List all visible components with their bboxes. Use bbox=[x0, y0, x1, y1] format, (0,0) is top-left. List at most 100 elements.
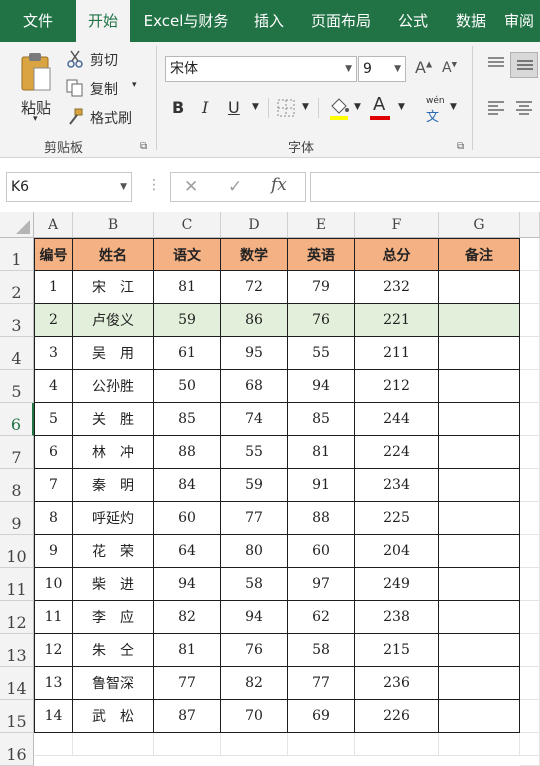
row-header-12[interactable]: 12 bbox=[0, 601, 34, 634]
table-cell[interactable]: 13 bbox=[34, 667, 73, 700]
table-cell[interactable]: 85 bbox=[154, 403, 221, 436]
column-header-d[interactable]: D bbox=[221, 212, 288, 238]
table-cell[interactable] bbox=[439, 700, 520, 733]
table-cell[interactable] bbox=[439, 568, 520, 601]
tab-review[interactable]: 审阅 bbox=[504, 0, 540, 42]
table-cell[interactable]: 215 bbox=[355, 634, 439, 667]
table-cell[interactable]: 79 bbox=[288, 271, 355, 304]
borders-icon[interactable] bbox=[276, 98, 296, 118]
table-cell[interactable] bbox=[439, 436, 520, 469]
table-cell[interactable]: 225 bbox=[355, 502, 439, 535]
empty-cell[interactable] bbox=[520, 568, 540, 601]
table-cell[interactable]: 244 bbox=[355, 403, 439, 436]
dialog-launcher-icon[interactable]: ⧉ bbox=[457, 141, 464, 152]
table-cell[interactable]: 94 bbox=[221, 601, 288, 634]
table-cell[interactable]: 3 bbox=[34, 337, 73, 370]
empty-cell[interactable] bbox=[34, 733, 73, 756]
name-box[interactable]: K6 ▼ bbox=[6, 172, 132, 202]
table-cell[interactable]: 97 bbox=[288, 568, 355, 601]
table-cell[interactable]: 249 bbox=[355, 568, 439, 601]
table-header-cell[interactable]: 姓名 bbox=[73, 238, 154, 271]
table-cell[interactable]: 88 bbox=[154, 436, 221, 469]
chevron-down-icon[interactable]: ▼ bbox=[252, 102, 259, 112]
increase-font-size-button[interactable]: A▲ bbox=[415, 58, 432, 77]
table-cell[interactable]: 95 bbox=[221, 337, 288, 370]
table-cell[interactable] bbox=[439, 667, 520, 700]
table-header-cell[interactable]: 数学 bbox=[221, 238, 288, 271]
empty-cell[interactable] bbox=[520, 667, 540, 700]
align-middle-button[interactable] bbox=[510, 52, 538, 78]
row-header-8[interactable]: 8 bbox=[0, 469, 34, 502]
table-cell[interactable]: 84 bbox=[154, 469, 221, 502]
tab-insert[interactable]: 插入 bbox=[244, 0, 294, 42]
table-cell[interactable]: 211 bbox=[355, 337, 439, 370]
table-cell[interactable]: 77 bbox=[221, 502, 288, 535]
empty-cell[interactable] bbox=[439, 733, 520, 756]
tab-data[interactable]: 数据 bbox=[446, 0, 496, 42]
table-header-cell[interactable]: 编号 bbox=[34, 238, 73, 271]
bold-button[interactable]: B bbox=[172, 98, 184, 117]
column-header-c[interactable]: C bbox=[154, 212, 221, 238]
cancel-icon[interactable]: ✕ bbox=[184, 177, 198, 197]
table-cell[interactable]: 李 应 bbox=[73, 601, 154, 634]
table-cell[interactable]: 59 bbox=[221, 469, 288, 502]
table-cell[interactable]: 公孙胜 bbox=[73, 370, 154, 403]
table-cell[interactable] bbox=[439, 403, 520, 436]
table-cell[interactable]: 59 bbox=[154, 304, 221, 337]
empty-cell[interactable] bbox=[520, 502, 540, 535]
row-header-15[interactable]: 15 bbox=[0, 700, 34, 733]
table-cell[interactable]: 85 bbox=[288, 403, 355, 436]
table-cell[interactable]: 武 松 bbox=[73, 700, 154, 733]
table-cell[interactable]: 94 bbox=[154, 568, 221, 601]
table-cell[interactable] bbox=[439, 469, 520, 502]
table-cell[interactable]: 卢俊义 bbox=[73, 304, 154, 337]
row-header-14[interactable]: 14 bbox=[0, 667, 34, 700]
table-cell[interactable]: 58 bbox=[221, 568, 288, 601]
table-cell[interactable]: 61 bbox=[154, 337, 221, 370]
table-cell[interactable]: 12 bbox=[34, 634, 73, 667]
tab-formulas[interactable]: 公式 bbox=[388, 0, 438, 42]
table-cell[interactable] bbox=[439, 271, 520, 304]
table-cell[interactable]: 226 bbox=[355, 700, 439, 733]
row-header-5[interactable]: 5 bbox=[0, 370, 34, 403]
chevron-down-icon[interactable]: ▼ bbox=[302, 102, 309, 112]
align-top-icon[interactable] bbox=[486, 56, 506, 72]
table-cell[interactable]: 2 bbox=[34, 304, 73, 337]
empty-cell[interactable] bbox=[520, 469, 540, 502]
table-cell[interactable]: 吴 用 bbox=[73, 337, 154, 370]
empty-cell[interactable] bbox=[520, 337, 540, 370]
row-header-13[interactable]: 13 bbox=[0, 634, 34, 667]
table-cell[interactable]: 212 bbox=[355, 370, 439, 403]
table-cell[interactable]: 224 bbox=[355, 436, 439, 469]
row-header-11[interactable]: 11 bbox=[0, 568, 34, 601]
column-header-a[interactable]: A bbox=[34, 212, 73, 238]
empty-cell[interactable] bbox=[355, 733, 439, 756]
table-cell[interactable] bbox=[439, 370, 520, 403]
column-header-e[interactable]: E bbox=[288, 212, 355, 238]
empty-cell[interactable] bbox=[221, 733, 288, 756]
table-cell[interactable]: 柴 进 bbox=[73, 568, 154, 601]
empty-cell[interactable] bbox=[520, 238, 540, 271]
table-cell[interactable]: 238 bbox=[355, 601, 439, 634]
empty-cell[interactable] bbox=[520, 304, 540, 337]
table-cell[interactable]: 81 bbox=[288, 436, 355, 469]
decrease-font-size-button[interactable]: A▼ bbox=[442, 60, 457, 76]
row-header-4[interactable]: 4 bbox=[0, 337, 34, 370]
table-cell[interactable]: 77 bbox=[154, 667, 221, 700]
chevron-down-icon[interactable]: ▼ bbox=[354, 102, 361, 112]
table-cell[interactable]: 花 荣 bbox=[73, 535, 154, 568]
table-cell[interactable]: 82 bbox=[154, 601, 221, 634]
font-name-combo[interactable]: 宋体 ▼ bbox=[165, 56, 357, 82]
table-cell[interactable]: 80 bbox=[221, 535, 288, 568]
table-header-cell[interactable]: 总分 bbox=[355, 238, 439, 271]
cut-button[interactable]: 剪切 bbox=[66, 48, 146, 70]
tab-excel-finance[interactable]: Excel与财务 bbox=[136, 0, 236, 42]
table-cell[interactable]: 68 bbox=[221, 370, 288, 403]
fill-color-icon[interactable] bbox=[328, 96, 350, 120]
empty-cell[interactable] bbox=[520, 634, 540, 667]
align-center-icon[interactable] bbox=[514, 100, 534, 116]
row-header-10[interactable]: 10 bbox=[0, 535, 34, 568]
table-cell[interactable]: 6 bbox=[34, 436, 73, 469]
table-cell[interactable]: 60 bbox=[288, 535, 355, 568]
table-cell[interactable] bbox=[439, 535, 520, 568]
